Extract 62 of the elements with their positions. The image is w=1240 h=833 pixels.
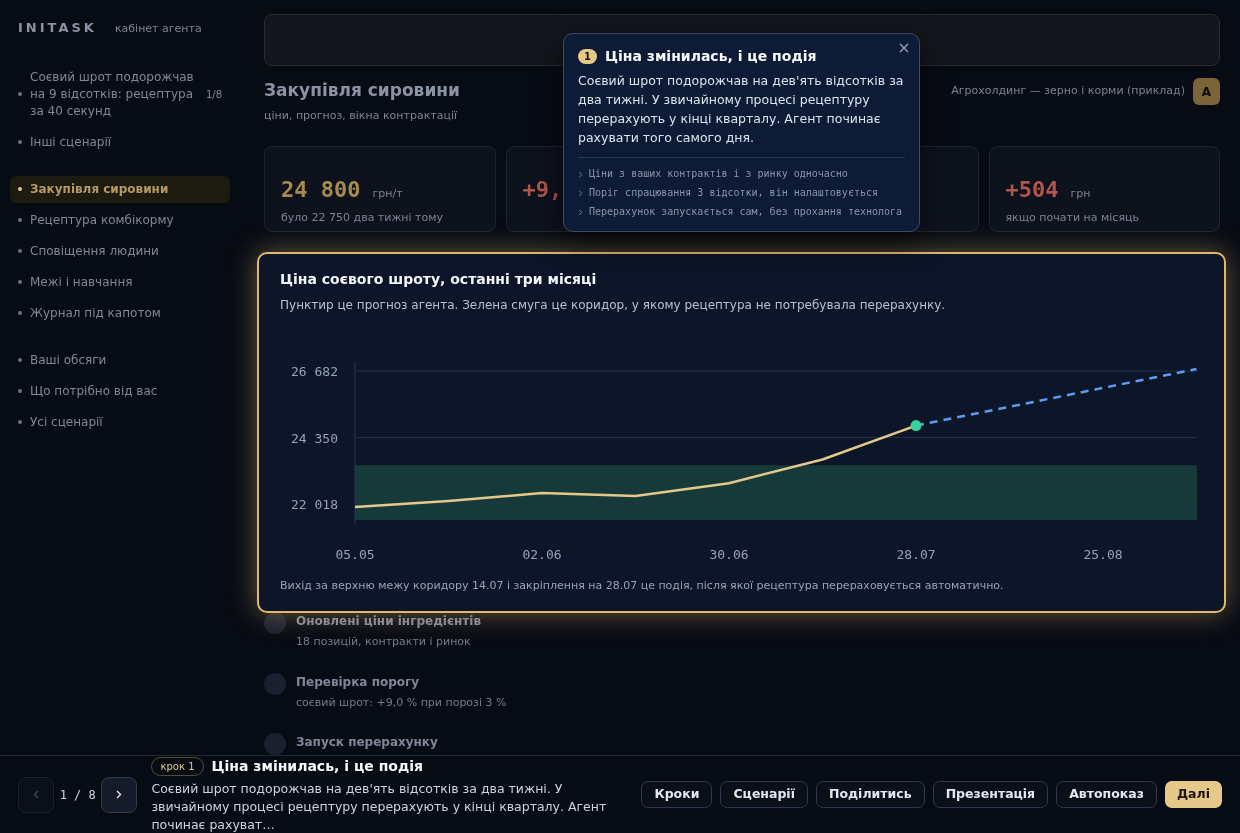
brand-logo: INITASK	[18, 19, 97, 37]
toolbar-button[interactable]: Сценарії	[720, 781, 808, 808]
x-axis-label: 02.06	[522, 547, 562, 562]
popover-point: Ціни з ваших контрактів і з ринку одночасно	[589, 167, 848, 181]
y-axis-label: 24 350	[291, 430, 338, 446]
sidebar-item[interactable]: Рецептура комбікорму	[10, 206, 230, 234]
kpi-unit: грн	[1070, 186, 1091, 202]
toolbar-button[interactable]: Автопоказ	[1056, 781, 1157, 808]
y-axis-label: 22 018	[291, 497, 338, 513]
next-button[interactable]	[101, 776, 138, 813]
chevron-icon	[33, 790, 39, 799]
sidebar-item[interactable]: Ваші обсяги	[10, 346, 230, 374]
y-axis-label: 26 682	[291, 364, 338, 380]
step-subtitle: соєвий шрот: +9,0 % при порозі 3 %	[296, 694, 507, 711]
kpi-value: +9,	[522, 176, 563, 204]
popover-title: Ціна змінилась, і це подія	[605, 47, 817, 66]
chevron-icon	[116, 790, 123, 799]
sidebar-item[interactable]: Сповіщення людини	[10, 237, 230, 265]
chevron-icon	[578, 209, 583, 216]
kpi-value: +504	[1005, 176, 1059, 204]
step-subtitle: 18 позицій, контракти і ринок	[296, 634, 472, 650]
sidebar-item[interactable]: Закупівля сировини	[10, 175, 230, 203]
toolbar-button[interactable]: Поділитись	[815, 781, 925, 808]
popover-point: Поріг спрацювання 3 відсотки, він налаштовується	[589, 186, 878, 200]
kpi-value: 24 800	[281, 176, 361, 204]
chevron-icon	[578, 190, 583, 197]
chart-title: Ціна соєвого шроту, останні три місяці	[280, 270, 598, 289]
sidebar-item[interactable]: Усі сценарії	[10, 408, 230, 436]
step-number-badge: 1	[578, 49, 597, 64]
chart-subtitle: Пунктир це прогноз агента. Зелена смуга це коридор, у якому рецептура не потребувала перерахунку.	[280, 297, 947, 314]
page-subtitle: ціни, прогноз, вікна контрактації	[264, 107, 459, 124]
x-axis-label: 28.07	[896, 547, 936, 562]
sidebar-item[interactable]: Що потрібно від вас	[10, 377, 230, 405]
step-counter: 1 / 8	[58, 786, 97, 804]
toolbar-button[interactable]: Кроки	[641, 781, 713, 808]
page-title: Закупівля сировини	[264, 79, 460, 102]
step-title: Запуск перерахунку	[296, 734, 438, 751]
avatar: А	[1193, 78, 1220, 105]
close-icon[interactable]	[899, 43, 909, 53]
popover-text: Соєвий шрот подорожчав на дев'ять відсотків за два тижні. У звичайному процесі рецептуру перерахують у кінці кварталу. Агент починає рахувати того самого дня.	[578, 71, 905, 158]
x-axis-label: 30.06	[709, 547, 749, 562]
step-description: Соєвий шрот подорожчав на дев'ять відсотків за два тижні. У звичайному процесі рецептуру перерахують у кінці кварталу. Агент починає рахуват…	[151, 779, 608, 833]
brand-subtitle: кабінет агента	[114, 21, 202, 37]
x-axis-label: 25.08	[1083, 547, 1123, 562]
toolbar-button[interactable]: Презентація	[932, 781, 1049, 808]
event-point	[910, 420, 922, 432]
popover-point: Перерахунок запускається сам, без прохання технолога	[589, 205, 903, 219]
kpi-note: було 22 750 два тижні тому	[281, 210, 445, 226]
sidebar-item[interactable]: Журнал під капотом	[10, 299, 230, 327]
step-title: Перевірка порогу	[296, 673, 421, 691]
sidebar-item[interactable]: Соєвий шрот подорожчав на 9 відсотків: рецептура за 40 секунд 1/8	[10, 63, 230, 125]
sidebar-item[interactable]: Інші сценарії	[10, 128, 230, 156]
step-title: Ціна змінилась, і це подія	[211, 756, 424, 776]
next-step-button[interactable]: Далі	[1165, 781, 1222, 808]
chart-footnote: Вихід за верхню межу коридору 14.07 і закріплення на 28.07 це подія, після якої рецептура перераховується автоматично.	[280, 578, 1005, 594]
kpi-unit: грн/т	[372, 186, 403, 202]
kpi-note: якщо почати на місяць	[1005, 210, 1140, 226]
step-title: Оновлені ціни інгредієнтів	[296, 613, 481, 630]
sidebar-item[interactable]: Межі і навчання	[10, 268, 230, 296]
x-axis-label: 05.05	[335, 547, 375, 562]
company-name: Агрохолдинг — зерно і корми (приклад)	[951, 83, 1185, 100]
chevron-icon	[578, 171, 583, 178]
